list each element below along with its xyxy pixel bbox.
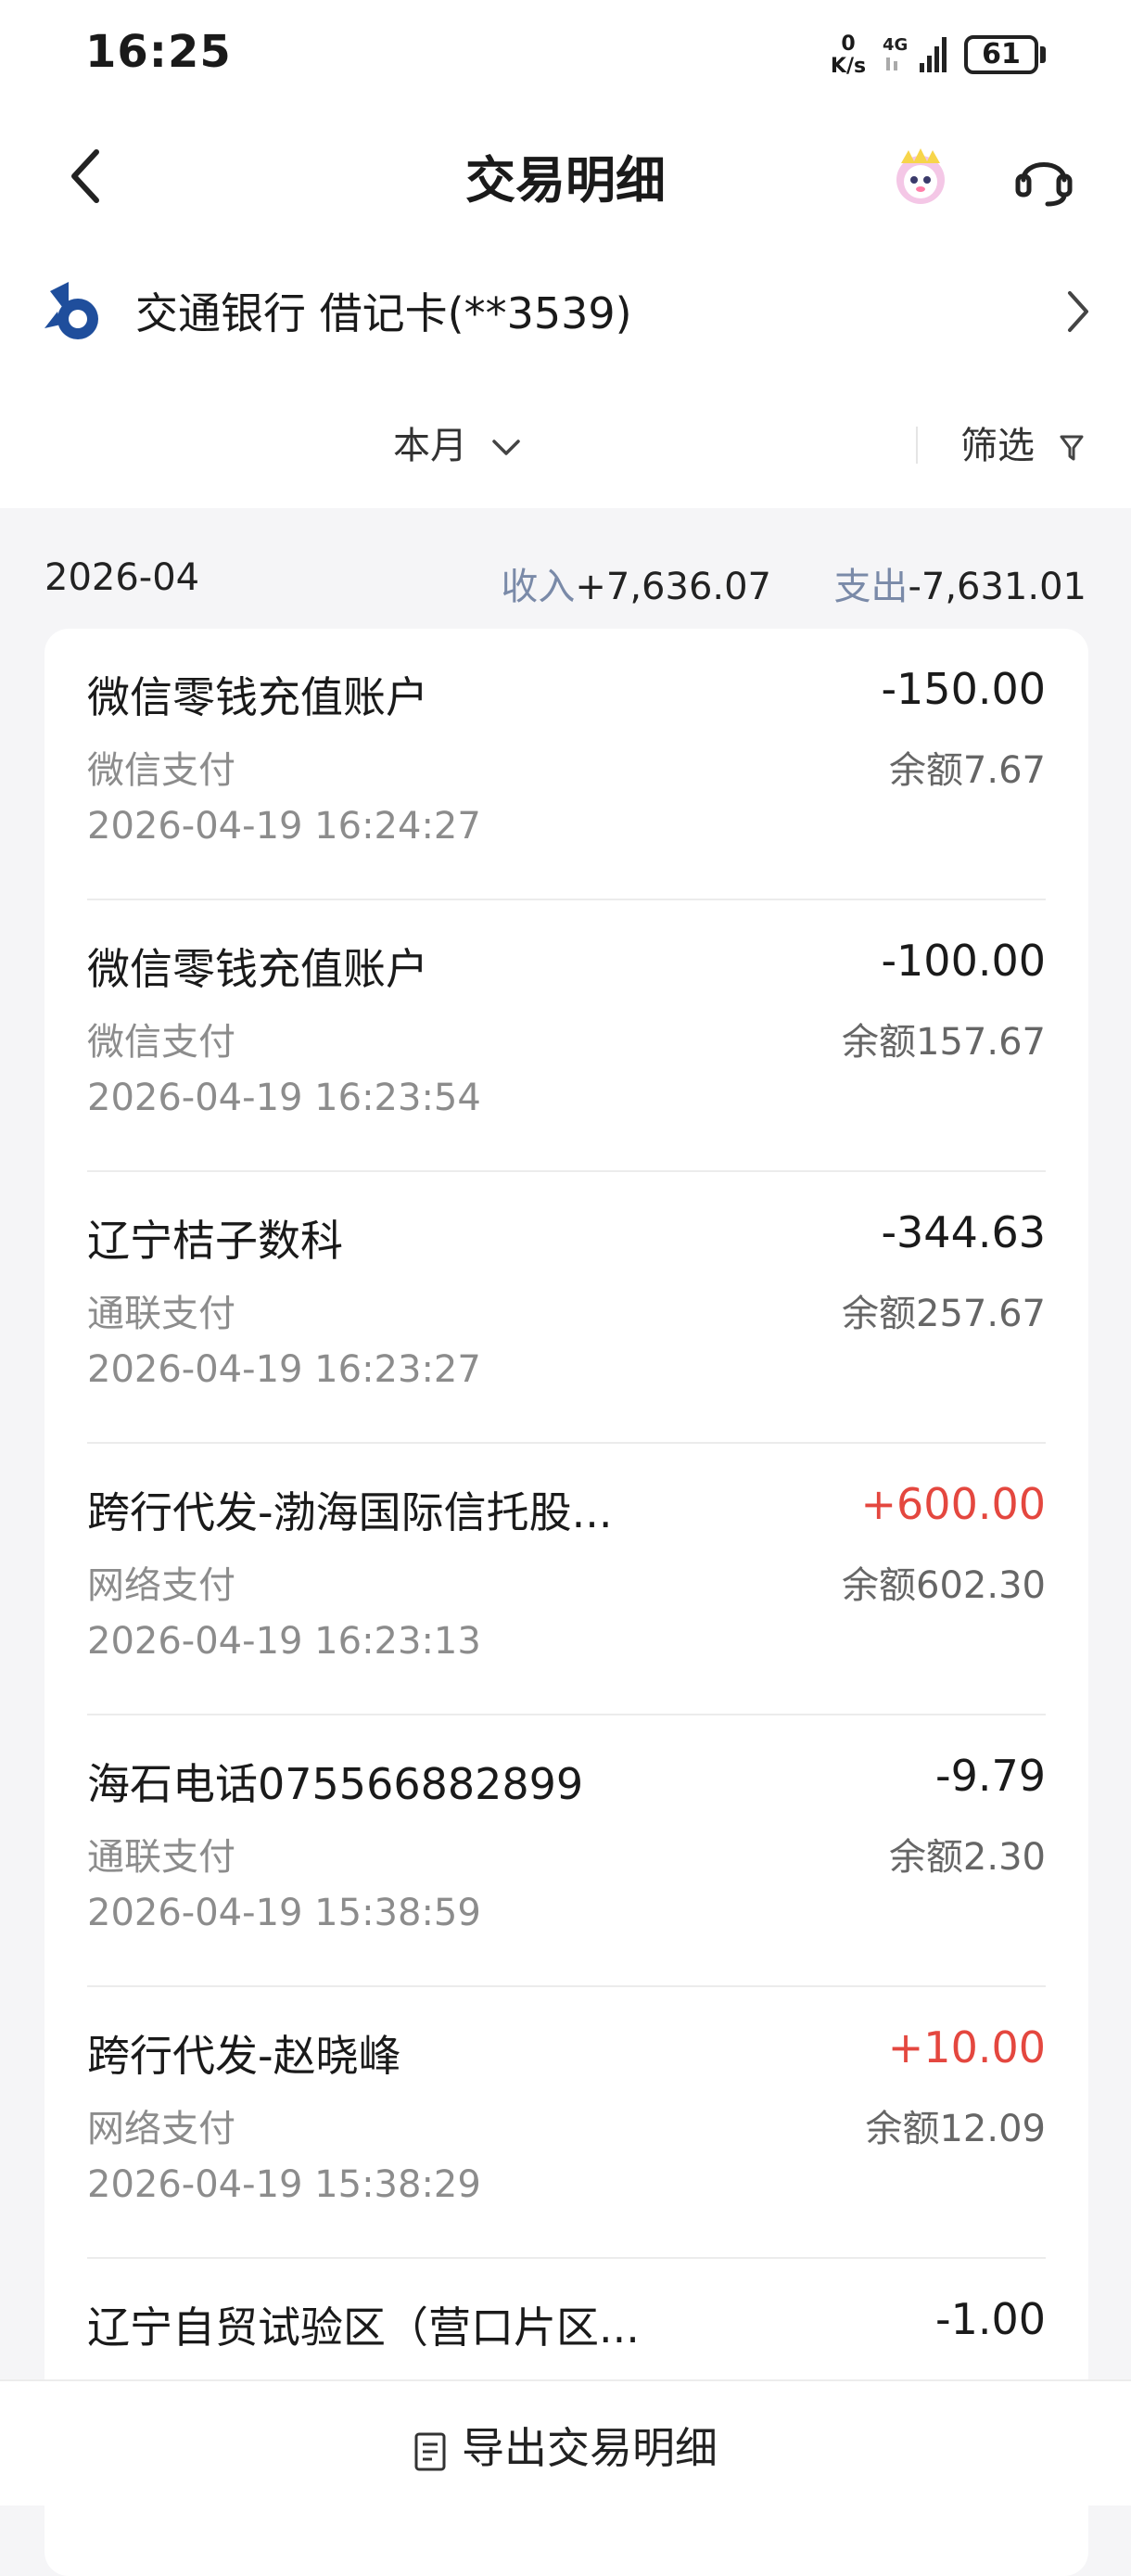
tx-channel: 通联支付 bbox=[87, 1836, 235, 1879]
summary-totals: 收入+7,636.07 支出-7,631.01 bbox=[501, 556, 1087, 610]
period-filter-label: 本月 bbox=[393, 425, 467, 467]
battery-tip bbox=[1040, 46, 1046, 63]
filter-divider bbox=[916, 427, 918, 464]
network-type-label: 4G bbox=[883, 35, 908, 55]
tx-time: 2026-04-19 16:23:54 bbox=[87, 1077, 481, 1119]
transaction-row[interactable]: 跨行代发-渤海国际信托股... +600.00 网络支付 余额602.30 20… bbox=[44, 1444, 1088, 1715]
tx-channel: 微信支付 bbox=[87, 749, 235, 792]
expense-value: -7,631.01 bbox=[908, 566, 1087, 608]
funnel-icon bbox=[1060, 435, 1084, 461]
income-value: +7,636.07 bbox=[575, 566, 771, 608]
tx-name: 微信零钱充值账户 bbox=[87, 672, 428, 722]
signal-icon: 4G bbox=[883, 35, 947, 72]
tx-amount: -1.00 bbox=[934, 2294, 1046, 2344]
battery-icon: 61 bbox=[964, 35, 1038, 74]
tx-name: 跨行代发-赵晓峰 bbox=[87, 2031, 401, 2081]
chevron-down-icon bbox=[491, 440, 520, 455]
bank-logo-icon bbox=[44, 282, 98, 339]
filter-button[interactable]: 筛选 bbox=[960, 415, 1084, 469]
tx-name: 海石电话075566882899 bbox=[87, 1759, 584, 1809]
transaction-row[interactable]: 微信零钱充值账户 -150.00 微信支付 余额7.67 2026-04-19 … bbox=[44, 629, 1088, 900]
transaction-row[interactable]: 海石电话075566882899 -9.79 通联支付 余额2.30 2026-… bbox=[44, 1715, 1088, 1987]
tx-balance: 余额157.67 bbox=[842, 1021, 1046, 1064]
tx-amount: -100.00 bbox=[881, 936, 1046, 986]
export-label: 导出交易明细 bbox=[462, 2423, 718, 2473]
page-title: 交易明细 bbox=[465, 151, 666, 210]
transaction-row[interactable]: 辽宁桔子数科 -344.63 通联支付 余额257.67 2026-04-19 … bbox=[44, 1172, 1088, 1444]
transaction-row[interactable]: 微信零钱充值账户 -100.00 微信支付 余额157.67 2026-04-1… bbox=[44, 900, 1088, 1172]
tx-name: 微信零钱充值账户 bbox=[87, 944, 428, 994]
net-speed-value: 0 bbox=[841, 32, 856, 56]
bottom-bar: 导出交易明细 bbox=[0, 2379, 1131, 2506]
transaction-row[interactable]: 跨行代发-赵晓峰 +10.00 网络支付 余额12.09 2026-04-19 … bbox=[44, 1987, 1088, 2259]
tx-time: 2026-04-19 16:24:27 bbox=[87, 805, 481, 848]
income-label: 收入 bbox=[501, 566, 576, 608]
tx-time: 2026-04-19 16:23:27 bbox=[87, 1348, 481, 1391]
filter-label: 筛选 bbox=[960, 425, 1035, 467]
net-speed-indicator: 0 K/s bbox=[829, 33, 868, 78]
net-speed-unit: K/s bbox=[830, 55, 867, 78]
tx-time: 2026-04-19 16:23:13 bbox=[87, 1620, 481, 1663]
account-name[interactable]: 交通银行 借记卡(**3539) bbox=[135, 280, 632, 341]
tx-amount: +10.00 bbox=[887, 2022, 1046, 2072]
tx-balance: 余额2.30 bbox=[888, 1836, 1046, 1879]
summary-month: 2026-04 bbox=[44, 556, 200, 599]
mascot-icon[interactable] bbox=[890, 147, 951, 208]
tx-name: 辽宁桔子数科 bbox=[87, 1216, 343, 1266]
tx-balance: 余额602.30 bbox=[842, 1564, 1046, 1607]
chevron-right-icon[interactable] bbox=[1061, 286, 1094, 338]
period-filter[interactable]: 本月 bbox=[393, 415, 522, 469]
tx-name: 跨行代发-渤海国际信托股... bbox=[87, 1487, 613, 1537]
tx-channel: 通联支付 bbox=[87, 1293, 235, 1335]
tx-channel: 网络支付 bbox=[87, 1564, 235, 1607]
tx-amount: -344.63 bbox=[881, 1207, 1046, 1257]
tx-balance: 余额12.09 bbox=[865, 2108, 1046, 2150]
status-time: 16:25 bbox=[85, 26, 232, 78]
transaction-list: 微信零钱充值账户 -150.00 微信支付 余额7.67 2026-04-19 … bbox=[44, 629, 1088, 2576]
tx-balance: 余额7.67 bbox=[888, 749, 1046, 792]
tx-amount: -150.00 bbox=[881, 664, 1046, 714]
tx-time: 2026-04-19 15:38:29 bbox=[87, 2163, 481, 2206]
tx-amount: +600.00 bbox=[860, 1479, 1047, 1529]
tx-time: 2026-04-19 15:38:59 bbox=[87, 1892, 481, 1934]
export-button[interactable]: 导出交易明细 bbox=[0, 2415, 1131, 2476]
tx-balance: 余额257.67 bbox=[842, 1293, 1046, 1335]
document-icon bbox=[414, 2432, 446, 2470]
customer-service-icon[interactable] bbox=[1010, 147, 1077, 208]
tx-amount: -9.79 bbox=[934, 1751, 1046, 1801]
tx-name: 辽宁自贸试验区（营口片区... bbox=[87, 2302, 640, 2353]
expense-label: 支出 bbox=[833, 566, 909, 608]
tx-channel: 微信支付 bbox=[87, 1021, 235, 1064]
tx-channel: 网络支付 bbox=[87, 2108, 235, 2150]
